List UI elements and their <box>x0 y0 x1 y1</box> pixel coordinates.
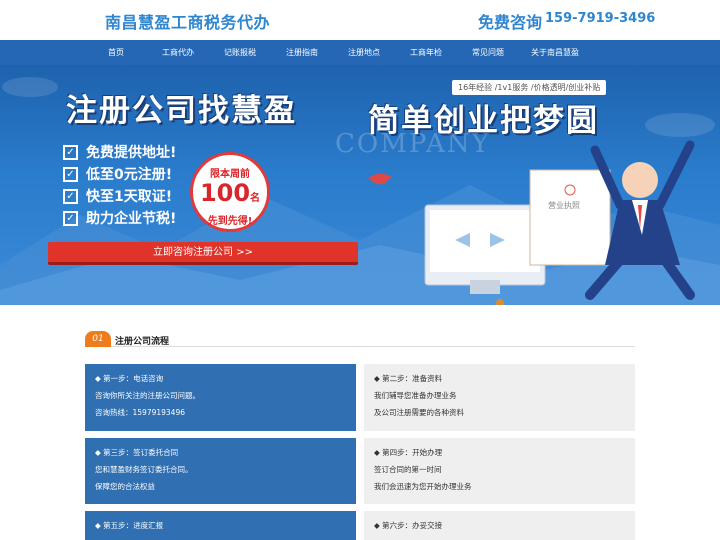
step-line: 我们辅导您准备办理业务 <box>374 391 457 400</box>
banner-watermark: COMPANY <box>335 129 491 159</box>
nav-item-home[interactable]: 首页 <box>85 40 147 65</box>
section-number: 01 <box>85 331 111 347</box>
step-title: ◆ 第五步：进度汇报 <box>95 521 164 530</box>
step-card-3[interactable]: ◆ 第三步：签订委托合同 您和慧盈财务签订委托合同。 保障您的合法权益 <box>85 438 356 504</box>
feature-label: 免费提供地址! <box>86 145 177 161</box>
feature-item: ✓ 助力企业节税! <box>63 208 176 228</box>
feature-item: ✓ 低至0元注册! <box>63 164 172 184</box>
feature-item: ✓ 免费提供地址! <box>63 142 176 162</box>
main-nav: 首页 工商代办 记账报税 注册指南 注册地点 工商年检 常见问题 关于南昌慧盈 <box>0 40 720 65</box>
phone-number[interactable]: 159-7919-3496 <box>545 11 655 26</box>
step-title: ◆ 第一步：电话咨询 <box>95 374 164 383</box>
step-card-1[interactable]: ◆ 第一步：电话咨询 咨询你所关注的注册公司问题。 咨询热线：159791934… <box>85 364 356 431</box>
section-title: 注册公司流程 <box>115 337 170 347</box>
site-header: 南昌慧盈工商税务代办 免费咨询 159-7919-3496 <box>0 0 720 40</box>
step-line: 保障您的合法权益 <box>95 482 155 491</box>
checkbox-icon: ✓ <box>63 144 78 160</box>
nav-item-faq[interactable]: 常见问题 <box>457 40 519 65</box>
limited-offer-badge: 限本周前 100名 先到先得! <box>190 152 270 232</box>
step-line: 我们会迅速为您开始办理业务 <box>374 482 472 491</box>
step-line: 您和慧盈财务签订委托合同。 <box>95 465 193 474</box>
nav-item-registration-location[interactable]: 注册地点 <box>333 40 395 65</box>
step-line: 及公司注册需要的各种资料 <box>374 408 464 417</box>
step-card-2[interactable]: ◆ 第二步：准备资料 我们辅导您准备办理业务 及公司注册需要的各种资料 <box>364 364 635 431</box>
nav-item-annual-inspection[interactable]: 工商年检 <box>395 40 457 65</box>
step-line: 签订合同的第一时间 <box>374 465 442 474</box>
feature-label: 快至1天取证! <box>86 189 173 205</box>
banner-title-left: 注册公司找慧盈 <box>66 93 297 129</box>
nav-item-bookkeeping[interactable]: 记账报税 <box>209 40 271 65</box>
checkbox-icon: ✓ <box>63 166 78 182</box>
nav-item-registration-guide[interactable]: 注册指南 <box>271 40 333 65</box>
process-section-header: 01 注册公司流程 <box>85 331 635 347</box>
feature-item: ✓ 快至1天取证! <box>63 186 172 206</box>
step-title: ◆ 第二步：准备资料 <box>374 374 443 383</box>
license-label: 营业执照 <box>548 201 580 210</box>
feature-label: 低至0元注册! <box>86 167 173 183</box>
step-line: 咨询热线：15979193496 <box>95 408 185 417</box>
step-title: ◆ 第三步：签订委托合同 <box>95 448 179 457</box>
hotline-label: 免费咨询 <box>478 13 543 32</box>
step-title: ◆ 第四步：开始办理 <box>374 448 443 457</box>
feature-label: 助力企业节税! <box>86 211 177 227</box>
badge-line1: 限本周前 <box>210 169 250 180</box>
nav-item-business-agency[interactable]: 工商代办 <box>147 40 209 65</box>
hero-banner: 16年经验 /1v1服务 /价格透明/创业补贴 注册公司找慧盈 简单创业把梦圆 … <box>0 65 720 305</box>
badge-unit: 名 <box>250 193 261 204</box>
step-card-4[interactable]: ◆ 第四步：开始办理 签订合同的第一时间 我们会迅速为您开始办理业务 <box>364 438 635 504</box>
site-logo[interactable]: 南昌慧盈工商税务代办 <box>105 9 270 33</box>
step-card-6[interactable]: ◆ 第六步：办妥交接 <box>364 511 635 540</box>
badge-number-line: 100名 <box>193 180 267 212</box>
step-line: 咨询你所关注的注册公司问题。 <box>95 391 200 400</box>
step-title: ◆ 第六步：办妥交接 <box>374 521 443 530</box>
checkbox-icon: ✓ <box>63 210 78 226</box>
badge-number: 100 <box>199 179 251 207</box>
consult-register-button[interactable]: 立即咨询注册公司 >> <box>48 242 358 265</box>
banner-tagline: 16年经验 /1v1服务 /价格透明/创业补贴 <box>452 80 607 95</box>
step-card-5[interactable]: ◆ 第五步：进度汇报 <box>85 511 356 540</box>
badge-line3: 先到先得! <box>207 216 253 227</box>
nav-item-about[interactable]: 关于南昌慧盈 <box>519 40 591 65</box>
checkbox-icon: ✓ <box>63 188 78 204</box>
